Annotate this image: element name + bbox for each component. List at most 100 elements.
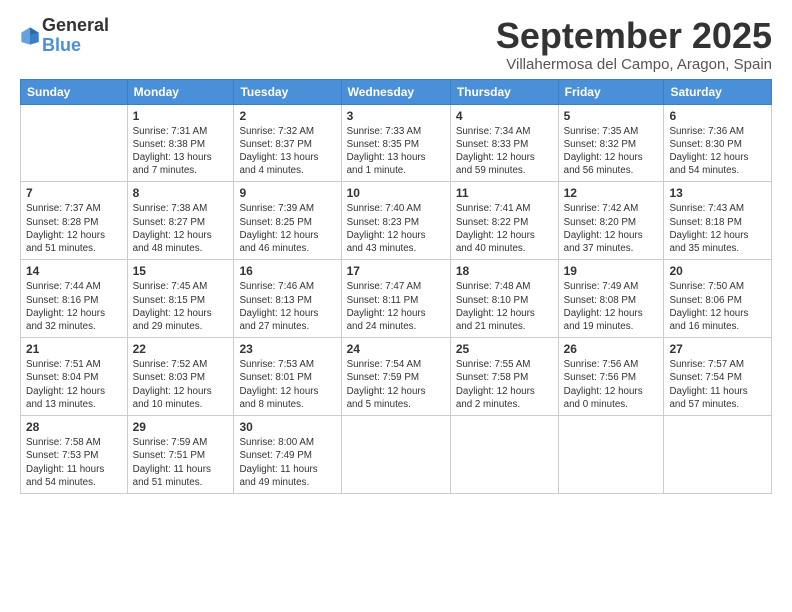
day-number: 20 — [669, 264, 766, 278]
calendar-header: Sunday Monday Tuesday Wednesday Thursday… — [21, 79, 772, 104]
day-number: 14 — [26, 264, 122, 278]
month-title: September 2025 — [496, 16, 772, 56]
week-row-1: 1 Sunrise: 7:31 AM Sunset: 8:38 PM Daylig… — [21, 104, 772, 182]
day-cell: 1 Sunrise: 7:31 AM Sunset: 8:38 PM Daylig… — [127, 104, 234, 182]
day-cell: 24 Sunrise: 7:54 AM Sunset: 7:59 PM Dayli… — [341, 338, 450, 416]
day-cell: 10 Sunrise: 7:40 AM Sunset: 8:23 PM Dayli… — [341, 182, 450, 260]
day-cell — [21, 104, 128, 182]
day-info: Sunrise: 7:42 AM Sunset: 8:20 PM Dayligh… — [564, 202, 659, 255]
logo-blue: Blue — [42, 36, 109, 56]
header: General Blue September 2025 Villahermosa… — [20, 16, 772, 73]
day-info: Sunrise: 7:57 AM Sunset: 7:54 PM Dayligh… — [669, 358, 766, 411]
day-cell — [450, 416, 558, 494]
day-info: Sunrise: 7:48 AM Sunset: 8:10 PM Dayligh… — [456, 280, 553, 333]
day-cell: 2 Sunrise: 7:32 AM Sunset: 8:37 PM Daylig… — [234, 104, 341, 182]
day-number: 8 — [133, 186, 229, 200]
day-number: 19 — [564, 264, 659, 278]
day-info: Sunrise: 7:45 AM Sunset: 8:15 PM Dayligh… — [133, 280, 229, 333]
col-thursday: Thursday — [450, 79, 558, 104]
day-number: 6 — [669, 109, 766, 123]
day-number: 27 — [669, 342, 766, 356]
week-row-3: 14Sunrise: 7:44 AM Sunset: 8:16 PM Dayli… — [21, 260, 772, 338]
day-cell: 28 Sunrise: 7:58 AM Sunset: 7:53 PM Dayli… — [21, 416, 128, 494]
day-number: 10 — [347, 186, 445, 200]
col-tuesday: Tuesday — [234, 79, 341, 104]
day-cell: 26 Sunrise: 7:56 AM Sunset: 7:56 PM Dayli… — [558, 338, 664, 416]
logo-general: General — [42, 16, 109, 36]
day-info: Sunrise: 7:58 AM Sunset: 7:53 PM Dayligh… — [26, 436, 122, 489]
day-cell: 17Sunrise: 7:47 AM Sunset: 8:11 PM Dayli… — [341, 260, 450, 338]
day-cell — [341, 416, 450, 494]
title-block: September 2025 Villahermosa del Campo, A… — [496, 16, 772, 73]
day-cell: 7Sunrise: 7:37 AM Sunset: 8:28 PM Daylig… — [21, 182, 128, 260]
day-cell: 23 Sunrise: 7:53 AM Sunset: 8:01 PM Dayli… — [234, 338, 341, 416]
day-info: Sunrise: 7:54 AM Sunset: 7:59 PM Dayligh… — [347, 358, 445, 411]
day-number: 2 — [239, 109, 335, 123]
day-cell: 11Sunrise: 7:41 AM Sunset: 8:22 PM Dayli… — [450, 182, 558, 260]
day-cell: 6 Sunrise: 7:36 AM Sunset: 8:30 PM Daylig… — [664, 104, 772, 182]
day-number: 26 — [564, 342, 659, 356]
day-cell — [664, 416, 772, 494]
location-subtitle: Villahermosa del Campo, Aragon, Spain — [496, 56, 772, 73]
day-cell: 8 Sunrise: 7:38 AM Sunset: 8:27 PM Daylig… — [127, 182, 234, 260]
day-number: 24 — [347, 342, 445, 356]
day-number: 29 — [133, 420, 229, 434]
day-info: Sunrise: 7:56 AM Sunset: 7:56 PM Dayligh… — [564, 358, 659, 411]
day-info: Sunrise: 7:53 AM Sunset: 8:01 PM Dayligh… — [239, 358, 335, 411]
week-row-5: 28 Sunrise: 7:58 AM Sunset: 7:53 PM Dayli… — [21, 416, 772, 494]
logo: General Blue — [20, 16, 109, 56]
day-number: 12 — [564, 186, 659, 200]
page: General Blue September 2025 Villahermosa… — [0, 0, 792, 504]
day-cell: 18 Sunrise: 7:48 AM Sunset: 8:10 PM Dayli… — [450, 260, 558, 338]
day-number: 28 — [26, 420, 122, 434]
day-number: 22 — [133, 342, 229, 356]
day-cell: 13 Sunrise: 7:43 AM Sunset: 8:18 PM Dayli… — [664, 182, 772, 260]
day-number: 13 — [669, 186, 766, 200]
day-info: Sunrise: 7:36 AM Sunset: 8:30 PM Dayligh… — [669, 125, 766, 178]
day-cell: 3Sunrise: 7:33 AM Sunset: 8:35 PM Daylig… — [341, 104, 450, 182]
day-cell: 25 Sunrise: 7:55 AM Sunset: 7:58 PM Dayli… — [450, 338, 558, 416]
day-number: 17 — [347, 264, 445, 278]
day-info: Sunrise: 7:43 AM Sunset: 8:18 PM Dayligh… — [669, 202, 766, 255]
day-info: Sunrise: 7:55 AM Sunset: 7:58 PM Dayligh… — [456, 358, 553, 411]
day-info: Sunrise: 7:38 AM Sunset: 8:27 PM Dayligh… — [133, 202, 229, 255]
day-info: Sunrise: 8:00 AM Sunset: 7:49 PM Dayligh… — [239, 436, 335, 489]
col-saturday: Saturday — [664, 79, 772, 104]
day-cell: 15 Sunrise: 7:45 AM Sunset: 8:15 PM Dayli… — [127, 260, 234, 338]
day-info: Sunrise: 7:59 AM Sunset: 7:51 PM Dayligh… — [133, 436, 229, 489]
day-info: Sunrise: 7:35 AM Sunset: 8:32 PM Dayligh… — [564, 125, 659, 178]
day-number: 18 — [456, 264, 553, 278]
day-info: Sunrise: 7:32 AM Sunset: 8:37 PM Dayligh… — [239, 125, 335, 178]
day-info: Sunrise: 7:41 AM Sunset: 8:22 PM Dayligh… — [456, 202, 553, 255]
day-number: 15 — [133, 264, 229, 278]
day-info: Sunrise: 7:40 AM Sunset: 8:23 PM Dayligh… — [347, 202, 445, 255]
day-cell: 19 Sunrise: 7:49 AM Sunset: 8:08 PM Dayli… — [558, 260, 664, 338]
day-info: Sunrise: 7:31 AM Sunset: 8:38 PM Dayligh… — [133, 125, 229, 178]
day-number: 23 — [239, 342, 335, 356]
day-info: Sunrise: 7:50 AM Sunset: 8:06 PM Dayligh… — [669, 280, 766, 333]
col-sunday: Sunday — [21, 79, 128, 104]
day-cell: 12 Sunrise: 7:42 AM Sunset: 8:20 PM Dayli… — [558, 182, 664, 260]
day-number: 30 — [239, 420, 335, 434]
day-number: 25 — [456, 342, 553, 356]
day-info: Sunrise: 7:49 AM Sunset: 8:08 PM Dayligh… — [564, 280, 659, 333]
day-number: 1 — [133, 109, 229, 123]
day-cell: 14Sunrise: 7:44 AM Sunset: 8:16 PM Dayli… — [21, 260, 128, 338]
day-info: Sunrise: 7:46 AM Sunset: 8:13 PM Dayligh… — [239, 280, 335, 333]
day-cell: 5Sunrise: 7:35 AM Sunset: 8:32 PM Daylig… — [558, 104, 664, 182]
day-number: 16 — [239, 264, 335, 278]
calendar-table: Sunday Monday Tuesday Wednesday Thursday… — [20, 79, 772, 494]
day-cell: 21Sunrise: 7:51 AM Sunset: 8:04 PM Dayli… — [21, 338, 128, 416]
day-info: Sunrise: 7:34 AM Sunset: 8:33 PM Dayligh… — [456, 125, 553, 178]
day-cell: 27 Sunrise: 7:57 AM Sunset: 7:54 PM Dayli… — [664, 338, 772, 416]
day-info: Sunrise: 7:52 AM Sunset: 8:03 PM Dayligh… — [133, 358, 229, 411]
col-monday: Monday — [127, 79, 234, 104]
header-row: Sunday Monday Tuesday Wednesday Thursday… — [21, 79, 772, 104]
day-cell: 16 Sunrise: 7:46 AM Sunset: 8:13 PM Dayli… — [234, 260, 341, 338]
day-cell: 20 Sunrise: 7:50 AM Sunset: 8:06 PM Dayli… — [664, 260, 772, 338]
day-number: 9 — [239, 186, 335, 200]
logo-icon — [20, 26, 40, 46]
day-number: 21 — [26, 342, 122, 356]
logo-text: General Blue — [42, 16, 109, 56]
col-wednesday: Wednesday — [341, 79, 450, 104]
